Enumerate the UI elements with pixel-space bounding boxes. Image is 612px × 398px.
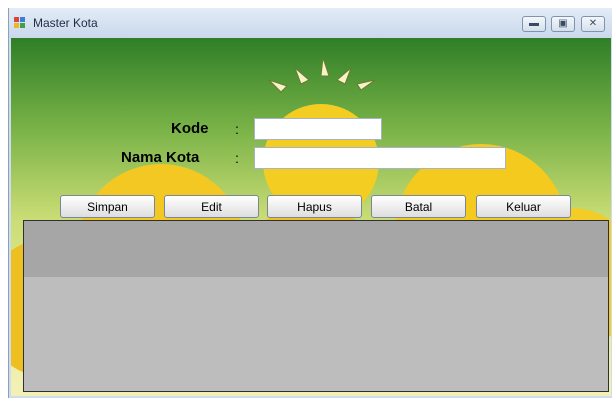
- simpan-button[interactable]: Simpan: [60, 195, 155, 218]
- hapus-button[interactable]: Hapus: [267, 195, 362, 218]
- keluar-button[interactable]: Keluar: [476, 195, 571, 218]
- nama-kota-colon: :: [235, 150, 239, 166]
- close-button[interactable]: ✕: [581, 16, 605, 32]
- app-icon: [14, 17, 26, 29]
- minimize-button[interactable]: ▬: [522, 16, 546, 32]
- master-kota-window: Master Kota ▬ ▣ ✕ Kode : Nama Kota : Sim…: [8, 8, 612, 398]
- kode-colon: :: [235, 121, 239, 137]
- batal-button[interactable]: Batal: [371, 195, 466, 218]
- window-title: Master Kota: [33, 16, 98, 30]
- maximize-icon: ▣: [558, 18, 568, 29]
- kode-input[interactable]: [254, 118, 382, 140]
- close-icon: ✕: [588, 18, 598, 29]
- title-bar[interactable]: Master Kota ▬ ▣ ✕: [9, 8, 612, 38]
- nama-kota-label: Nama Kota: [121, 149, 200, 166]
- edit-button[interactable]: Edit: [164, 195, 259, 218]
- nama-kota-input[interactable]: [254, 147, 506, 169]
- minimize-icon: ▬: [529, 18, 539, 29]
- maximize-button[interactable]: ▣: [551, 16, 575, 32]
- data-grid-header: [24, 221, 608, 277]
- kode-label: Kode: [171, 120, 209, 137]
- data-grid[interactable]: [23, 220, 609, 392]
- form-client-area: Kode : Nama Kota : Simpan Edit Hapus Bat…: [11, 38, 611, 396]
